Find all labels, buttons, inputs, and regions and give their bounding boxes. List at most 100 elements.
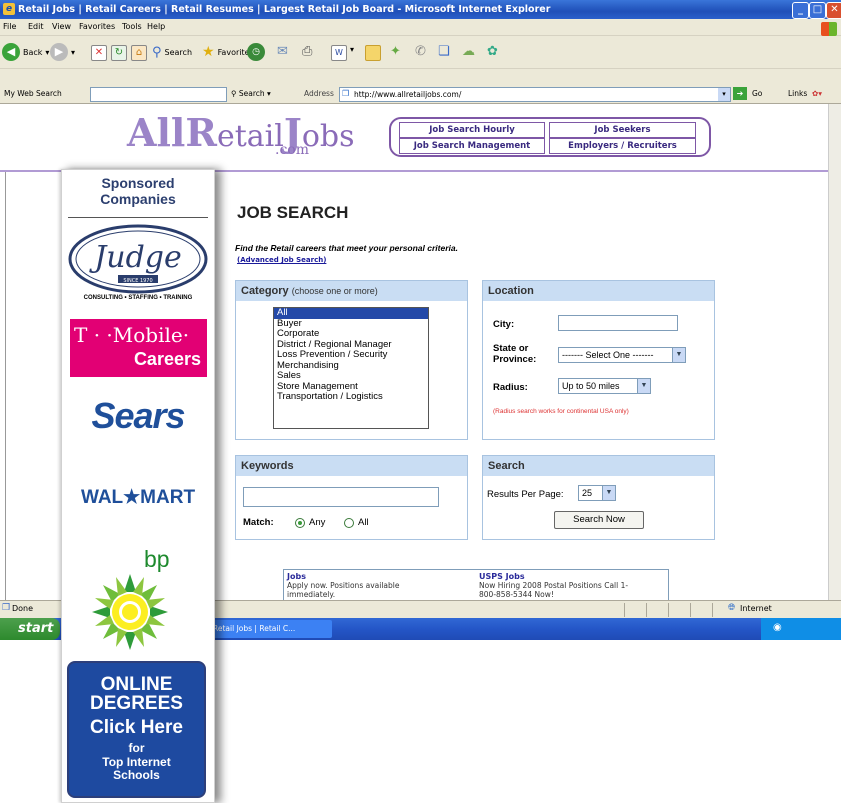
my-web-search-input[interactable] — [90, 87, 227, 102]
back-button[interactable]: ◀ Back ▾ — [2, 42, 49, 62]
nav-job-search-management[interactable]: Job Search Management — [399, 138, 545, 154]
match-all-radio[interactable] — [344, 518, 354, 528]
maximize-button[interactable]: □ — [809, 2, 826, 19]
divider — [68, 217, 208, 218]
star-icon: ★ — [202, 44, 215, 60]
folder-icon[interactable] — [365, 45, 381, 61]
address-input[interactable]: ❒ http://www.allretailjobs.com/ ▾ — [339, 87, 731, 102]
ad-text: Apply now. Positions available — [287, 581, 400, 590]
ad-text: immediately. — [287, 590, 336, 599]
degrees-text: Top Internet Schools — [102, 755, 171, 782]
window-title: Retail Jobs | Retail Careers | Retail Re… — [18, 4, 551, 15]
judge-logo[interactable]: Judge SINCE 1970 CONSULTING • STAFFING •… — [67, 223, 209, 303]
divider — [5, 172, 6, 600]
judge-since: SINCE 1970 — [123, 278, 152, 284]
links-menu-icon[interactable]: ✿▾ — [812, 89, 822, 98]
category-option[interactable]: Transportation / Logistics — [274, 391, 428, 403]
match-any-label[interactable]: Any — [309, 517, 325, 528]
go-arrow-icon[interactable]: ➔ — [733, 87, 747, 100]
close-button[interactable]: ✕ — [826, 2, 841, 19]
online-degrees-banner[interactable]: ONLINE DEGREES Click Here for Top Interne… — [67, 661, 206, 798]
messenger-icon[interactable]: ✆ — [415, 44, 426, 59]
search-panel: Search Results Per Page: 25 ▼ Search Now — [482, 455, 715, 540]
state-label: State or Province: — [493, 343, 537, 365]
category-option[interactable]: Loss Prevention / Security — [274, 349, 428, 361]
degrees-cta: Click Here — [90, 717, 183, 738]
divider — [690, 603, 691, 617]
menu-view[interactable]: View — [52, 22, 71, 31]
state-select[interactable]: ------- Select One ------- ▼ — [558, 347, 686, 363]
home-icon[interactable]: ⌂ — [131, 45, 147, 61]
menu-edit[interactable]: Edit — [28, 22, 44, 31]
status-zone: Internet — [740, 604, 772, 613]
tray-icon[interactable]: ◉ — [773, 622, 782, 633]
judge-tagline: CONSULTING • STAFFING • TRAINING — [83, 295, 193, 301]
menu-file[interactable]: File — [3, 22, 16, 31]
nav-job-seekers[interactable]: Job Seekers — [549, 122, 696, 138]
start-button[interactable]: start — [0, 618, 60, 640]
plugin-icon[interactable]: ✿ — [487, 44, 498, 59]
judge-emblem-icon: Judge SINCE 1970 — [68, 224, 208, 294]
minimize-button[interactable]: _ — [792, 2, 809, 19]
mail-icon[interactable]: ✉ — [277, 44, 288, 59]
bp-wordmark[interactable]: bp — [144, 546, 170, 573]
match-label: Match: — [243, 517, 274, 528]
ad-title[interactable]: Jobs — [287, 572, 306, 581]
walmart-logo[interactable]: WAL★MART — [62, 486, 214, 509]
category-option[interactable]: All — [274, 307, 428, 319]
tool-icon[interactable]: ✦ — [390, 44, 401, 59]
location-heading: Location — [483, 281, 714, 301]
city-input[interactable] — [558, 315, 678, 331]
match-all-label[interactable]: All — [358, 517, 369, 528]
ad-title[interactable]: USPS Jobs — [479, 572, 525, 581]
match-any-radio[interactable] — [295, 518, 305, 528]
tmobile-careers-logo[interactable]: T · ·Mobile· Careers — [70, 319, 207, 377]
site-logo[interactable]: AllRetailJobs .com — [127, 110, 355, 158]
chevron-down-icon[interactable]: ▾ — [718, 88, 730, 101]
taskbar-item[interactable]: Retail Jobs | Retail C... — [207, 620, 332, 638]
radius-select[interactable]: Up to 50 miles ▼ — [558, 378, 651, 394]
vertical-scrollbar[interactable] — [828, 104, 841, 600]
sears-logo[interactable]: Sears — [62, 395, 214, 437]
favorites-button[interactable]: ★ Favorites — [202, 42, 254, 62]
edit-icon[interactable]: W — [331, 45, 347, 61]
search-button[interactable]: ⚲ Search — [152, 42, 192, 62]
degrees-text: ONLINE DEGREES — [90, 674, 183, 714]
advanced-search-link[interactable]: (Advanced Job Search) — [237, 256, 326, 264]
results-per-page-select[interactable]: 25 ▼ — [578, 485, 616, 501]
page-icon: ❒ — [342, 89, 350, 98]
category-listbox[interactable]: All Buyer Corporate District / Regional … — [273, 307, 429, 429]
site-nav: Job Search Hourly Job Seekers Job Search… — [389, 117, 711, 157]
menu-tools[interactable]: Tools — [122, 22, 142, 31]
menu-help[interactable]: Help — [147, 22, 165, 31]
category-option[interactable]: Corporate — [274, 328, 428, 340]
discuss-icon[interactable]: ☁ — [462, 44, 475, 59]
forward-button[interactable]: ▶ ▾ — [50, 42, 75, 62]
nav-job-search-hourly[interactable]: Job Search Hourly — [399, 122, 545, 138]
chevron-down-icon[interactable]: ▾ — [350, 45, 354, 54]
history-icon[interactable]: ◷ — [247, 43, 265, 61]
keywords-input[interactable] — [243, 487, 439, 507]
sponsored-sidebar: Sponsored Companies Judge SINCE 1970 CON… — [61, 169, 215, 803]
toolbar: ◀ Back ▾ ▶ ▾ ✕ ↻ ⌂ ⚲ Search ★ Favorites … — [0, 36, 841, 69]
nav-employers-recruiters[interactable]: Employers / Recruiters — [549, 138, 696, 154]
search-now-button[interactable]: Search Now — [554, 511, 644, 529]
refresh-icon[interactable]: ↻ — [111, 45, 127, 61]
print-icon[interactable]: ⎙ — [302, 44, 312, 59]
ad-box: Jobs Apply now. Positions available imme… — [283, 569, 669, 600]
menu-favorites[interactable]: Favorites — [79, 22, 115, 31]
category-option[interactable]: Sales — [274, 370, 428, 382]
research-icon[interactable]: ❏ — [438, 44, 450, 59]
chevron-down-icon: ▾ — [71, 47, 76, 57]
radius-note: (Radius search works for continental USA… — [493, 408, 629, 415]
radius-label: Radius: — [493, 382, 528, 393]
go-button[interactable]: Go — [752, 89, 762, 98]
stop-icon[interactable]: ✕ — [91, 45, 107, 61]
bp-helios-icon[interactable] — [90, 572, 170, 652]
ie-icon: e — [3, 3, 15, 15]
keywords-heading: Keywords — [236, 456, 467, 476]
divider — [712, 603, 713, 617]
divider — [668, 603, 669, 617]
links-button[interactable]: Links — [788, 89, 807, 98]
search-dropdown[interactable]: ⚲ Search ▾ — [231, 89, 271, 98]
